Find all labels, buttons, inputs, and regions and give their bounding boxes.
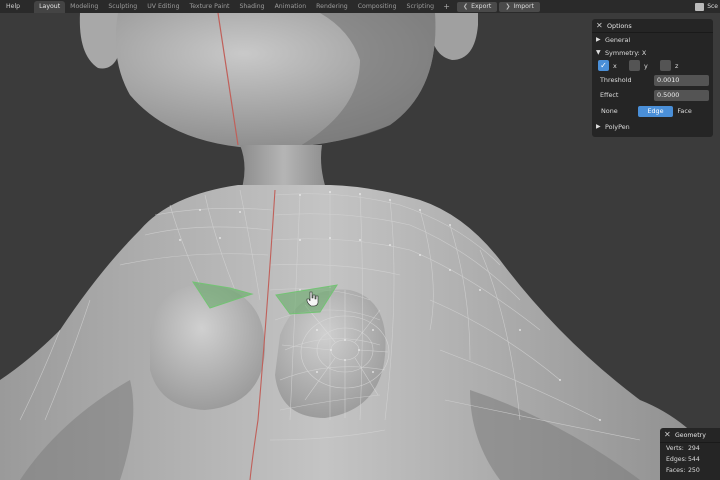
symmetry-z-checkbox[interactable] [660, 60, 671, 71]
close-icon[interactable]: ✕ [596, 21, 604, 30]
tab-modeling[interactable]: Modeling [65, 1, 103, 13]
symmetry-z-label: z [675, 61, 679, 70]
options-panel-title: Options [607, 21, 632, 30]
export-icon: ❮ [463, 2, 469, 10]
effect-label: Effect [600, 91, 619, 99]
symmetry-section-label: Symmetry: X [605, 48, 647, 57]
symmetry-axes-row: ✓ x y z [592, 59, 713, 72]
tab-animation[interactable]: Animation [270, 1, 312, 13]
tab-rendering[interactable]: Rendering [311, 1, 353, 13]
geometry-panel-title: Geometry [675, 431, 706, 439]
geometry-panel-header[interactable]: ✕ Geometry [660, 428, 720, 443]
general-section-header[interactable]: ▶ General [592, 33, 713, 46]
effect-row: Effect 0.5000 [592, 88, 713, 102]
threshold-label: Threshold [600, 76, 632, 84]
tab-compositing[interactable]: Compositing [353, 1, 402, 13]
collapsed-triangle-icon: ▶ [596, 36, 601, 43]
symmetry-y-checkbox[interactable] [629, 60, 640, 71]
import-button[interactable]: ❯ Import [499, 1, 540, 12]
left-ear [79, 13, 122, 69]
threshold-field[interactable]: 0.0010 [654, 74, 709, 86]
expanded-triangle-icon: ▼ [596, 49, 601, 56]
symmetry-y-label: y [644, 61, 648, 70]
import-label: Import [513, 2, 534, 10]
general-section-label: General [605, 35, 631, 44]
verts-row: Verts: 294 [660, 443, 720, 454]
mode-selector: None Edge Face [592, 104, 713, 118]
symmetry-x-checkbox[interactable]: ✓ [598, 60, 609, 71]
right-ear [429, 13, 478, 60]
threshold-row: Threshold 0.0010 [592, 73, 713, 87]
mode-none-button[interactable]: None [600, 106, 638, 117]
polypen-section-label: PolyPen [605, 122, 630, 131]
checkmark-icon: ✓ [600, 61, 607, 70]
effect-field[interactable]: 0.5000 [654, 89, 709, 101]
symmetry-x-label: x [613, 61, 617, 70]
export-label: Export [471, 2, 492, 10]
faces-row: Faces: 250 [660, 465, 720, 476]
polypen-section-header[interactable]: ▶ PolyPen [592, 120, 713, 133]
geometry-panel: ✕ Geometry Verts: 294 Edges: 544 Faces: … [660, 428, 720, 480]
menu-help[interactable]: Help [0, 0, 26, 13]
edges-value: 544 [688, 456, 700, 463]
tab-uv-editing[interactable]: UV Editing [142, 1, 184, 13]
add-workspace-button[interactable]: + [442, 2, 451, 11]
export-button[interactable]: ❮ Export [457, 1, 498, 12]
options-panel: ✕ Options ▶ General ▼ Symmetry: X ✓ x y … [592, 19, 713, 137]
collapsed-triangle-icon: ▶ [596, 123, 601, 130]
import-icon: ❯ [505, 2, 511, 10]
tab-shading[interactable]: Shading [234, 1, 269, 13]
mode-face-button[interactable]: Face [673, 106, 713, 117]
scene-icon [695, 2, 705, 11]
verts-label: Verts: [666, 445, 684, 452]
scene-label: Sce [707, 3, 718, 10]
edges-label: Edges: [666, 456, 687, 463]
tab-texture-paint[interactable]: Texture Paint [185, 1, 235, 13]
io-buttons: ❮ Export ❯ Import [457, 1, 542, 12]
verts-value: 294 [688, 445, 700, 452]
mode-edge-button[interactable]: Edge [637, 105, 674, 117]
symmetry-section-header[interactable]: ▼ Symmetry: X [592, 46, 713, 59]
tab-scripting[interactable]: Scripting [402, 1, 440, 13]
blender-window: Help Layout Modeling Sculpting UV Editin… [0, 0, 720, 480]
edges-row: Edges: 544 [660, 454, 720, 465]
close-icon[interactable]: ✕ [664, 431, 672, 439]
faces-label: Faces: [666, 467, 686, 474]
tab-sculpting[interactable]: Sculpting [103, 1, 142, 13]
options-panel-header[interactable]: ✕ Options [592, 19, 713, 33]
faces-value: 250 [688, 467, 700, 474]
top-bar: Help Layout Modeling Sculpting UV Editin… [0, 0, 720, 13]
tab-layout[interactable]: Layout [34, 0, 66, 13]
scene-selector[interactable]: Sce [695, 0, 720, 13]
workspace-tabs: Layout Modeling Sculpting UV Editing Tex… [34, 0, 451, 13]
